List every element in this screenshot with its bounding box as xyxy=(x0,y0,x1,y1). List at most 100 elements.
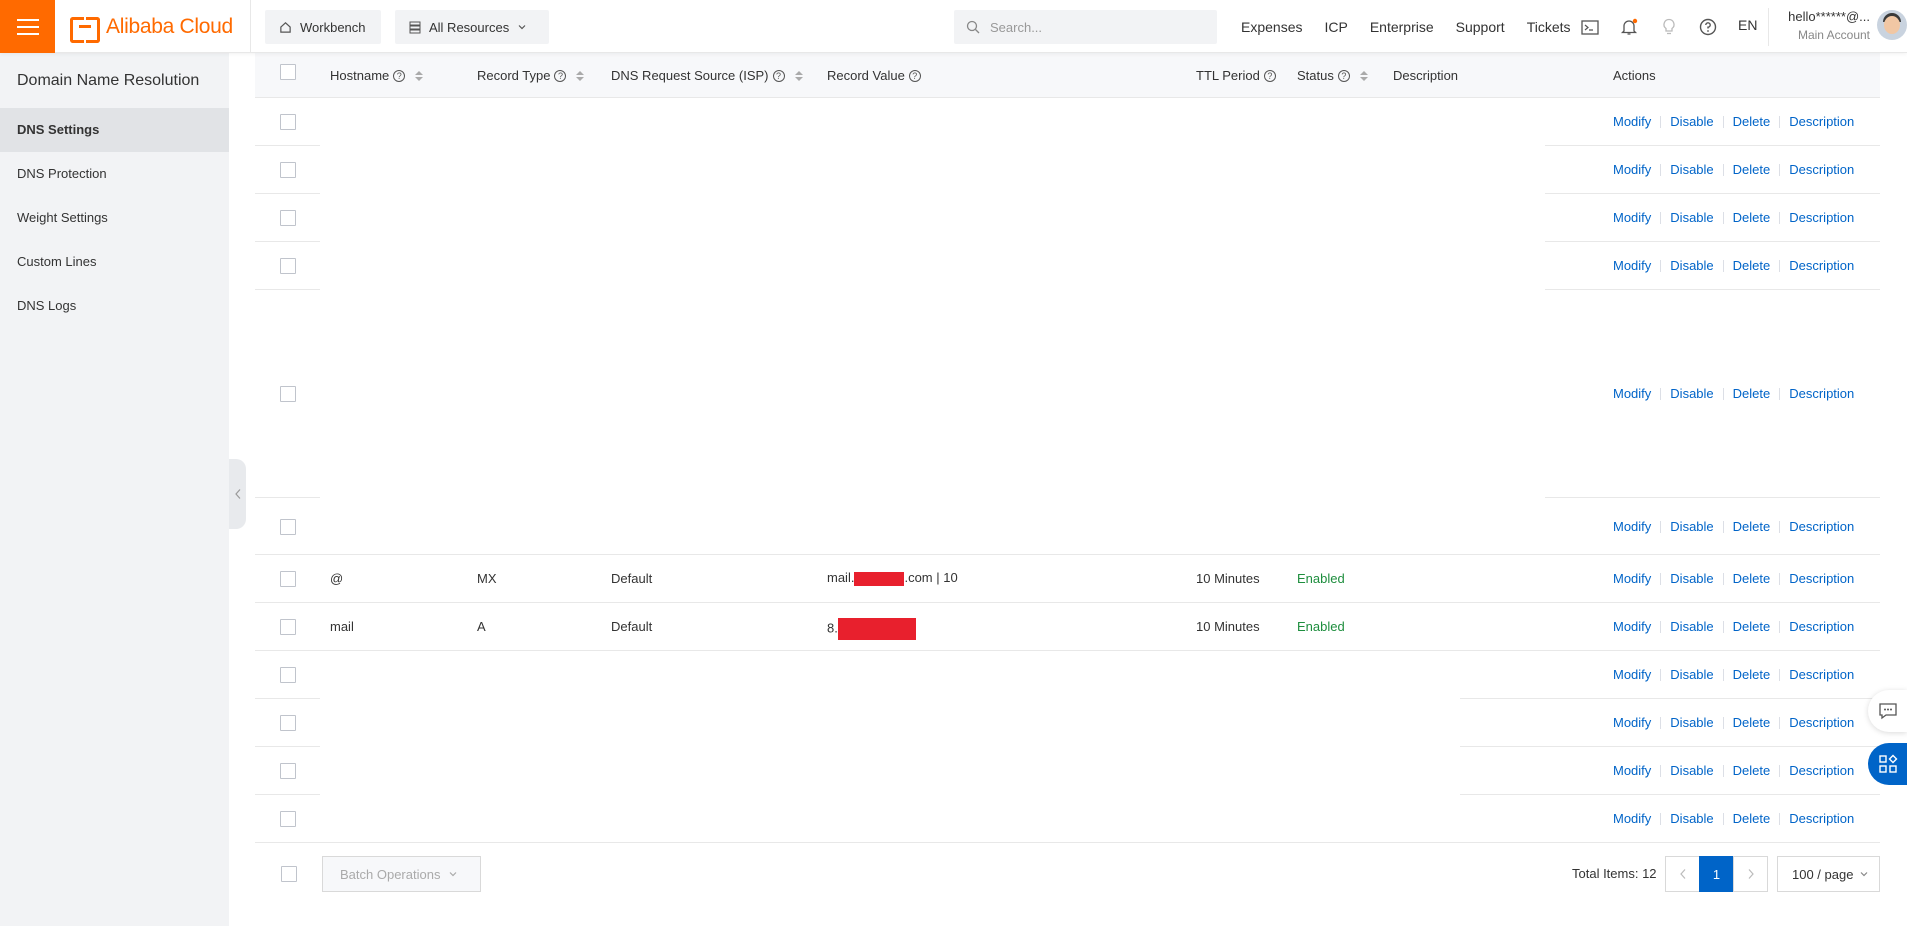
modify-link[interactable]: Modify xyxy=(1613,114,1651,129)
disable-link[interactable]: Disable xyxy=(1670,715,1713,730)
description-link[interactable]: Description xyxy=(1789,667,1854,682)
delete-link[interactable]: Delete xyxy=(1733,571,1771,586)
notification-bell-icon[interactable] xyxy=(1619,17,1639,37)
disable-link[interactable]: Disable xyxy=(1670,619,1713,634)
disable-link[interactable]: Disable xyxy=(1670,519,1713,534)
disable-link[interactable]: Disable xyxy=(1670,258,1713,273)
description-link[interactable]: Description xyxy=(1789,210,1854,225)
modify-link[interactable]: Modify xyxy=(1613,210,1651,225)
delete-link[interactable]: Delete xyxy=(1733,715,1771,730)
modify-link[interactable]: Modify xyxy=(1613,715,1651,730)
delete-link[interactable]: Delete xyxy=(1733,811,1771,826)
workbench-button[interactable]: Workbench xyxy=(265,10,381,44)
row-checkbox[interactable] xyxy=(280,667,296,683)
menu-icon[interactable] xyxy=(0,0,55,53)
nav-icp[interactable]: ICP xyxy=(1324,19,1347,35)
nav-expenses[interactable]: Expenses xyxy=(1241,19,1302,35)
disable-link[interactable]: Disable xyxy=(1670,667,1713,682)
sidebar-item-custom-lines[interactable]: Custom Lines xyxy=(0,240,229,284)
description-link[interactable]: Description xyxy=(1789,258,1854,273)
help-icon[interactable] xyxy=(1698,17,1718,37)
row-checkbox[interactable] xyxy=(280,571,296,587)
modify-link[interactable]: Modify xyxy=(1613,811,1651,826)
row-checkbox[interactable] xyxy=(280,386,296,402)
row-checkbox[interactable] xyxy=(280,811,296,827)
page-1-button[interactable]: 1 xyxy=(1699,856,1734,892)
description-link[interactable]: Description xyxy=(1789,763,1854,778)
row-checkbox[interactable] xyxy=(280,114,296,130)
description-link[interactable]: Description xyxy=(1789,162,1854,177)
prev-page-button[interactable] xyxy=(1665,856,1700,892)
disable-link[interactable]: Disable xyxy=(1670,811,1713,826)
modify-link[interactable]: Modify xyxy=(1613,619,1651,634)
sidebar-item-dns-settings[interactable]: DNS Settings xyxy=(0,108,229,152)
disable-link[interactable]: Disable xyxy=(1670,162,1713,177)
sidebar-item-dns-protection[interactable]: DNS Protection xyxy=(0,152,229,196)
delete-link[interactable]: Delete xyxy=(1733,619,1771,634)
delete-link[interactable]: Delete xyxy=(1733,386,1771,401)
batch-operations-button[interactable]: Batch Operations xyxy=(322,856,481,892)
description-link[interactable]: Description xyxy=(1789,811,1854,826)
description-link[interactable]: Description xyxy=(1789,386,1854,401)
description-link[interactable]: Description xyxy=(1789,114,1854,129)
delete-link[interactable]: Delete xyxy=(1733,162,1771,177)
delete-link[interactable]: Delete xyxy=(1733,763,1771,778)
help-icon[interactable]: ? xyxy=(1337,69,1350,82)
modify-link[interactable]: Modify xyxy=(1613,667,1651,682)
sidebar-item-weight-settings[interactable]: Weight Settings xyxy=(0,196,229,240)
language-switcher[interactable]: EN xyxy=(1738,17,1757,33)
page-size-select[interactable]: 100 / page xyxy=(1777,856,1880,892)
modify-link[interactable]: Modify xyxy=(1613,763,1651,778)
description-link[interactable]: Description xyxy=(1789,519,1854,534)
description-link[interactable]: Description xyxy=(1789,571,1854,586)
sidebar-collapse-toggle[interactable] xyxy=(229,459,246,529)
disable-link[interactable]: Disable xyxy=(1670,114,1713,129)
select-all-checkbox-footer[interactable] xyxy=(281,866,297,882)
help-icon[interactable]: ? xyxy=(554,69,567,82)
feedback-chat-button[interactable] xyxy=(1868,690,1907,732)
delete-link[interactable]: Delete xyxy=(1733,114,1771,129)
modify-link[interactable]: Modify xyxy=(1613,258,1651,273)
sort-icon[interactable] xyxy=(415,70,424,81)
all-resources-dropdown[interactable]: All Resources xyxy=(395,10,549,44)
select-all-checkbox[interactable] xyxy=(280,64,296,80)
sidebar-item-dns-logs[interactable]: DNS Logs xyxy=(0,284,229,328)
modify-link[interactable]: Modify xyxy=(1613,519,1651,534)
sort-icon[interactable] xyxy=(794,70,803,81)
help-icon[interactable]: ? xyxy=(1263,69,1276,82)
description-link[interactable]: Description xyxy=(1789,619,1854,634)
sort-icon[interactable] xyxy=(1359,70,1368,81)
disable-link[interactable]: Disable xyxy=(1670,210,1713,225)
row-checkbox[interactable] xyxy=(280,519,296,535)
row-checkbox[interactable] xyxy=(280,258,296,274)
description-link[interactable]: Description xyxy=(1789,715,1854,730)
nav-support[interactable]: Support xyxy=(1456,19,1505,35)
modify-link[interactable]: Modify xyxy=(1613,386,1651,401)
row-checkbox[interactable] xyxy=(280,619,296,635)
avatar[interactable] xyxy=(1877,10,1907,40)
help-icon[interactable]: ? xyxy=(772,69,785,82)
delete-link[interactable]: Delete xyxy=(1733,519,1771,534)
quick-apps-button[interactable] xyxy=(1868,743,1907,785)
help-icon[interactable]: ? xyxy=(908,69,921,82)
delete-link[interactable]: Delete xyxy=(1733,667,1771,682)
search-box[interactable] xyxy=(954,10,1217,44)
disable-link[interactable]: Disable xyxy=(1670,386,1713,401)
nav-enterprise[interactable]: Enterprise xyxy=(1370,19,1434,35)
terminal-icon[interactable] xyxy=(1580,17,1600,37)
row-checkbox[interactable] xyxy=(280,715,296,731)
disable-link[interactable]: Disable xyxy=(1670,571,1713,586)
user-account-menu[interactable]: hello******@... Main Account xyxy=(1778,9,1870,42)
help-icon[interactable]: ? xyxy=(393,69,406,82)
alibaba-cloud-logo[interactable]: Alibaba Cloud xyxy=(70,15,233,43)
next-page-button[interactable] xyxy=(1733,856,1768,892)
row-checkbox[interactable] xyxy=(280,162,296,178)
modify-link[interactable]: Modify xyxy=(1613,162,1651,177)
row-checkbox[interactable] xyxy=(280,210,296,226)
disable-link[interactable]: Disable xyxy=(1670,763,1713,778)
search-input[interactable] xyxy=(990,19,1210,35)
modify-link[interactable]: Modify xyxy=(1613,571,1651,586)
delete-link[interactable]: Delete xyxy=(1733,210,1771,225)
row-checkbox[interactable] xyxy=(280,763,296,779)
delete-link[interactable]: Delete xyxy=(1733,258,1771,273)
